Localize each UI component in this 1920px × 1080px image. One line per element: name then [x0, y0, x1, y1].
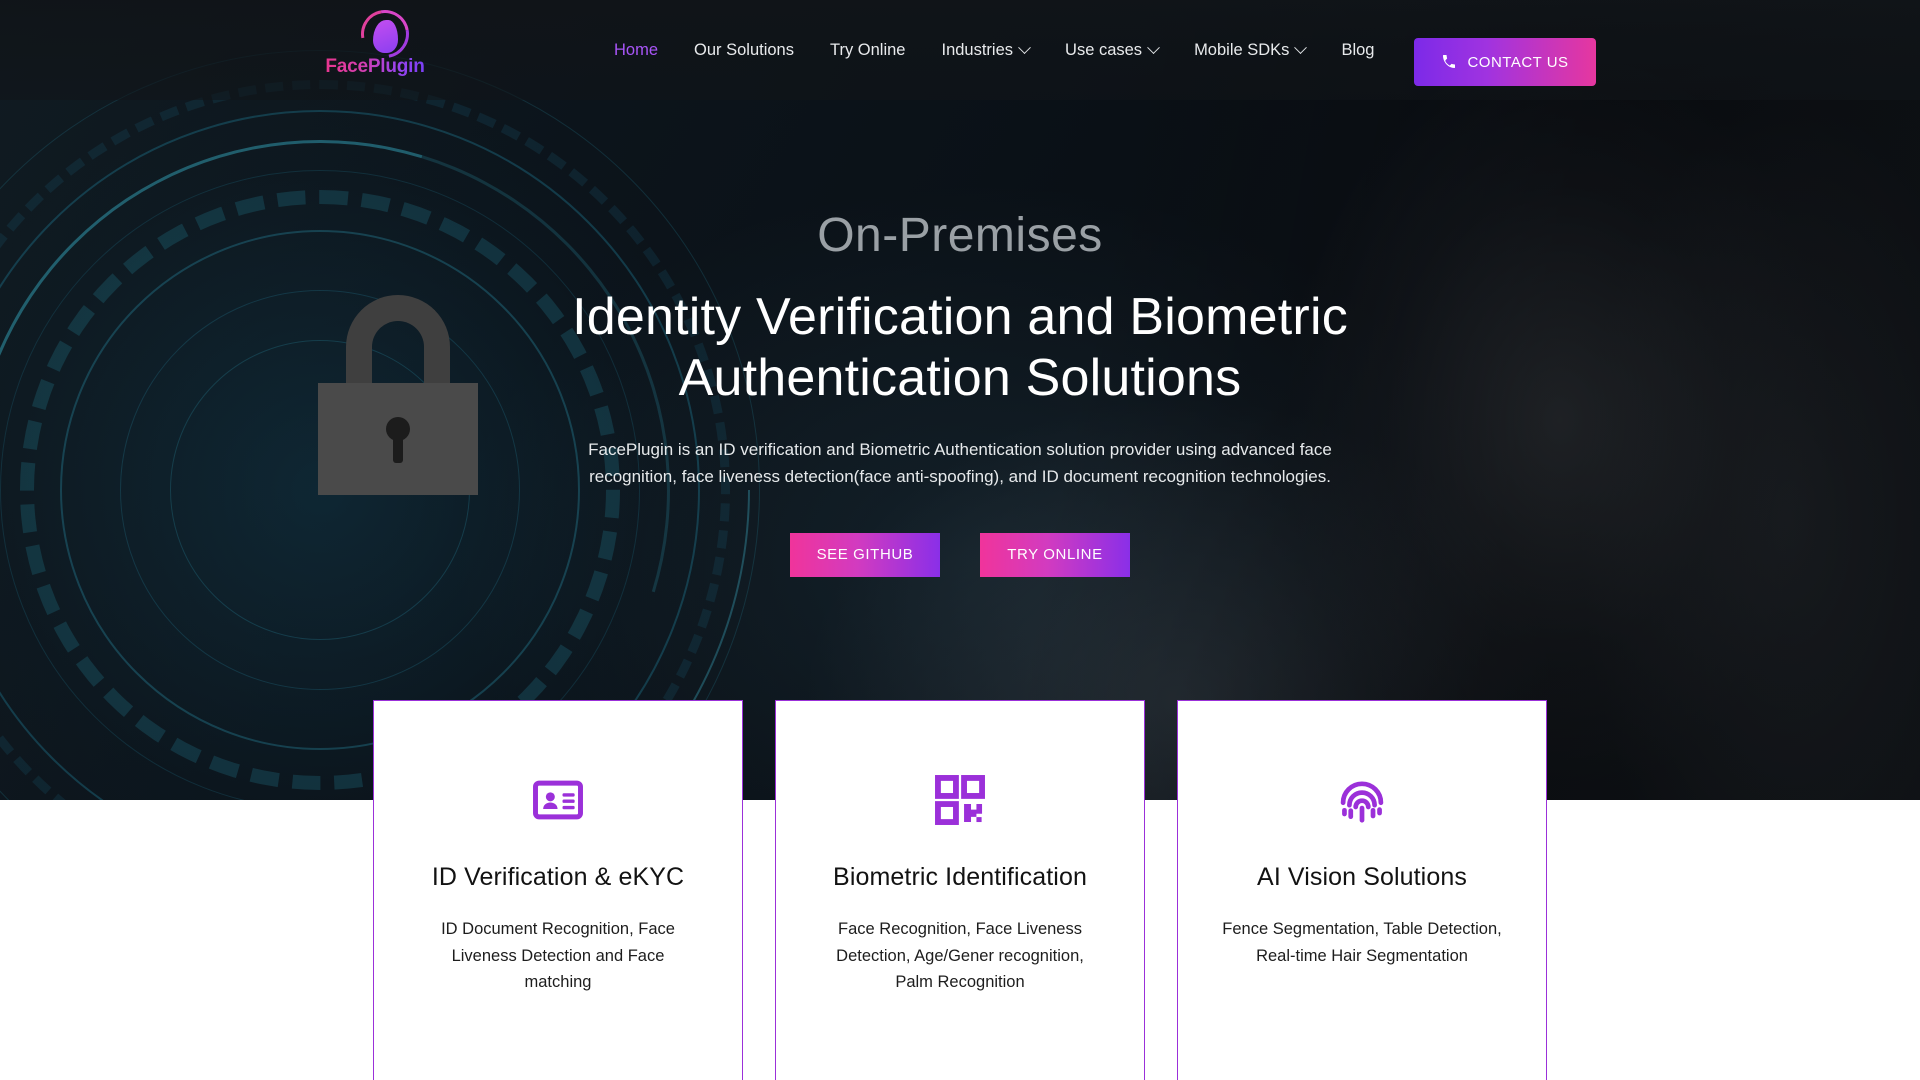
nav-item-try-online[interactable]: Try Online — [812, 41, 924, 60]
feature-card-description: ID Document Recognition, Face Liveness D… — [441, 920, 675, 992]
nav-item-our-solutions[interactable]: Our Solutions — [676, 41, 812, 60]
logo-text: FacePlugin — [325, 56, 425, 77]
nav-item-label: Home — [614, 40, 659, 59]
nav-item-label: Mobile SDKs — [1194, 40, 1290, 59]
nav-item-label: Our Solutions — [694, 40, 794, 59]
contact-us-button[interactable]: CONTACT US — [1414, 38, 1596, 86]
nav-item-blog[interactable]: Blog — [1323, 41, 1392, 60]
feature-cards: ID Verification & eKYC ID Document Recog… — [0, 700, 1920, 1080]
try-online-button[interactable]: TRY ONLINE — [980, 532, 1130, 577]
hero-headline-line1: Identity Verification and Biometric — [572, 288, 1348, 346]
faceplugin-logo[interactable]: FacePlugin — [325, 0, 425, 82]
nav-item-label: Blog — [1341, 40, 1375, 59]
feature-card-biometric-identification[interactable]: Biometric Identification Face Recognitio… — [775, 700, 1145, 1080]
chevron-down-icon — [1018, 40, 1031, 54]
main-navigation-bar: FacePlugin Home Our Solutions Try Online… — [0, 0, 1920, 100]
nav-item-label: Industries — [941, 40, 1014, 59]
feature-card-ai-vision[interactable]: AI Vision Solutions Fence Segmentation, … — [1177, 700, 1547, 1080]
contact-us-label: CONTACT US — [1467, 53, 1569, 71]
nav-item-mobile-sdks[interactable]: Mobile SDKs — [1176, 41, 1323, 60]
hero-subcopy: FacePlugin is an ID verification and Bio… — [588, 439, 1332, 487]
hero-eyebrow: On-Premises — [817, 209, 1103, 262]
nav-links: Home Our Solutions Try Online Industries… — [596, 0, 1392, 100]
feature-card-title: AI Vision Solutions — [1257, 863, 1467, 891]
feature-card-title: Biometric Identification — [833, 863, 1087, 891]
nav-item-industries[interactable]: Industries — [923, 41, 1047, 60]
nav-item-home[interactable]: Home — [596, 41, 676, 60]
chevron-down-icon — [1294, 40, 1308, 54]
qr-code-icon — [935, 775, 985, 825]
hero-headline: Identity Verification and Biometric Auth… — [0, 287, 1920, 410]
landing-page: FacePlugin Home Our Solutions Try Online… — [0, 0, 1920, 1080]
nav-item-label: Try Online — [829, 40, 906, 59]
id-card-icon — [533, 780, 583, 820]
nav-item-label: Use cases — [1065, 40, 1143, 59]
hero-cta-row: SEE GITHUB TRY ONLINE — [0, 532, 1920, 577]
fingerprint-icon — [1340, 781, 1384, 823]
feature-card-title: ID Verification & eKYC — [431, 863, 685, 891]
feature-card-description: Face Recognition, Face Liveness Detectio… — [836, 920, 1084, 992]
hero-headline-line2: Authentication Solutions — [678, 349, 1242, 408]
feature-card-id-verification[interactable]: ID Verification & eKYC ID Document Recog… — [373, 700, 743, 1080]
feature-card-description: Fence Segmentation, Table Detection, Rea… — [1222, 920, 1502, 965]
nav-item-use-cases[interactable]: Use cases — [1047, 41, 1176, 60]
phone-icon — [1443, 55, 1456, 68]
face-profile-icon — [373, 20, 398, 53]
see-github-button[interactable]: SEE GITHUB — [790, 532, 940, 577]
chevron-down-icon — [1147, 40, 1160, 54]
